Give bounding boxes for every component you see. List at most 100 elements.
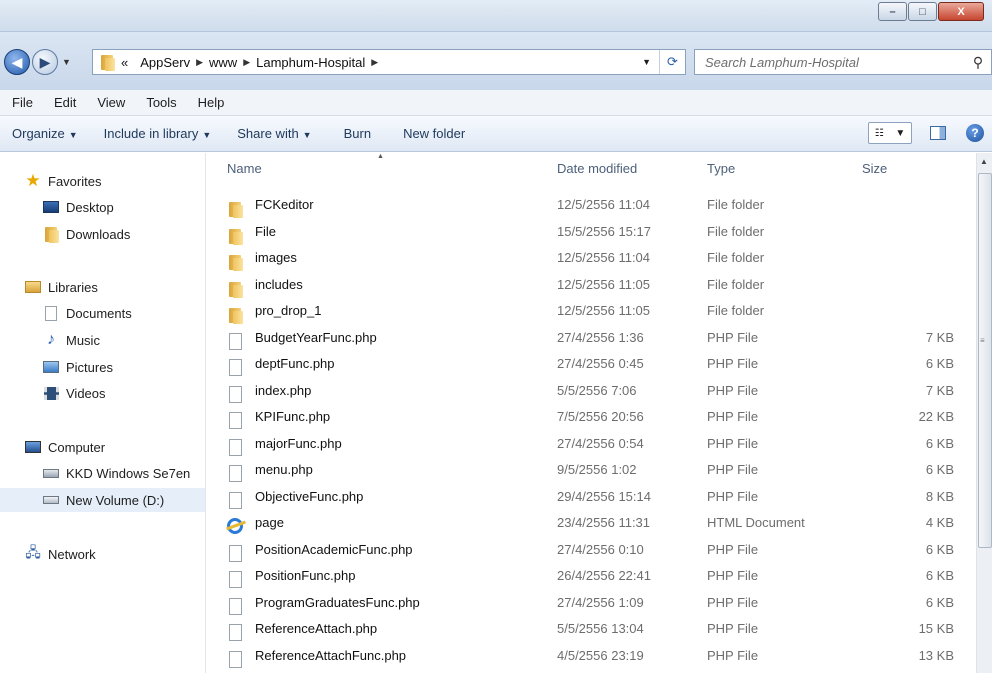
file-row[interactable]: ReferenceAttachFunc.php 4/5/2556 23:19 PHP… xyxy=(219,644,969,670)
help-icon[interactable]: ? xyxy=(966,124,984,142)
nav-computer[interactable]: Computer xyxy=(0,435,205,459)
nav-documents-label: Documents xyxy=(66,305,132,321)
file-row[interactable]: includes 12/5/2556 11:05 File folder xyxy=(219,273,969,299)
burn-button[interactable]: Burn xyxy=(334,126,381,141)
breadcrumb-appserv[interactable]: AppServ xyxy=(134,55,196,70)
file-icon xyxy=(227,488,243,509)
file-size: 13 KB xyxy=(918,647,954,663)
breadcrumb-lamphum-hospital[interactable]: Lamphum-Hospital xyxy=(250,55,371,70)
scroll-thumb[interactable] xyxy=(978,173,992,548)
file-type: PHP File xyxy=(707,621,759,636)
column-header-date[interactable]: Date modified xyxy=(557,161,637,176)
share-with-label: Share with xyxy=(237,126,299,141)
file-row[interactable]: ProgramGraduatesFunc.php 27/4/2556 1:09 PH… xyxy=(219,591,969,617)
file-type: PHP File xyxy=(707,568,759,583)
organize-button[interactable]: Organize ▼ xyxy=(0,126,88,141)
file-size: 6 KB xyxy=(925,435,954,451)
breadcrumb-overflow[interactable]: « xyxy=(115,55,134,70)
minimize-button[interactable]: – xyxy=(878,2,907,21)
column-header-size[interactable]: Size xyxy=(862,161,887,176)
chevron-right-icon[interactable]: ▶ xyxy=(243,57,250,68)
nav-pictures[interactable]: Pictures xyxy=(0,355,205,379)
file-row[interactable]: images 12/5/2556 11:04 File folder xyxy=(219,246,969,272)
nav-drive-c[interactable]: KKD Windows Se7en xyxy=(0,461,205,485)
file-size: 7 KB xyxy=(925,329,954,345)
file-list: Name ▲ Date modified Type Size FCKeditor… xyxy=(207,153,975,673)
chevron-right-icon[interactable]: ▶ xyxy=(371,57,378,68)
menu-view[interactable]: View xyxy=(87,95,136,110)
file-row[interactable]: BudgetYearFunc.php 27/4/2556 1:36 PHP File… xyxy=(219,326,969,352)
chevron-right-icon[interactable]: ▶ xyxy=(196,57,203,68)
nav-favorites[interactable]: ★ Favorites xyxy=(0,169,205,193)
preview-pane-icon[interactable] xyxy=(930,126,946,140)
file-type: File folder xyxy=(707,250,765,265)
file-date-modified: 27/4/2556 1:36 xyxy=(557,329,644,345)
file-date-modified: 29/4/2556 15:14 xyxy=(557,488,651,504)
file-date-modified: 12/5/2556 11:04 xyxy=(557,197,651,212)
file-row[interactable]: FCKeditor 12/5/2556 11:04 File folder xyxy=(219,193,969,219)
recent-pages-dropdown[interactable]: ▼ xyxy=(62,57,71,67)
maximize-button[interactable]: □ xyxy=(908,2,937,21)
chevron-down-icon: ▼ xyxy=(895,127,906,139)
file-row[interactable]: KPIFunc.php 7/5/2556 20:56 PHP File 22 KB xyxy=(219,405,969,431)
file-icon xyxy=(227,594,243,615)
file-icon xyxy=(227,408,243,429)
file-size: 6 KB xyxy=(925,541,954,557)
forward-button[interactable]: ▶ xyxy=(32,49,58,75)
change-view-button[interactable]: ☷ ▼ xyxy=(868,122,912,144)
menu-edit[interactable]: Edit xyxy=(44,95,87,110)
folder-icon xyxy=(227,302,243,324)
file-row[interactable]: page 23/4/2556 11:31 HTML Document 4 KB xyxy=(219,511,969,537)
nav-libraries[interactable]: Libraries xyxy=(0,275,205,299)
file-row[interactable]: deptFunc.php 27/4/2556 0:45 PHP File 6 KB xyxy=(219,352,969,378)
nav-drive-d[interactable]: New Volume (D:) xyxy=(0,488,205,512)
file-row[interactable]: File 15/5/2556 15:17 File folder xyxy=(219,220,969,246)
file-row[interactable]: PositionFunc.php 26/4/2556 22:41 PHP File 6… xyxy=(219,564,969,590)
file-date-modified: 5/5/2556 7:06 xyxy=(557,382,637,398)
file-row[interactable]: PositionAcademicFunc.php 27/4/2556 0:10 PH… xyxy=(219,538,969,564)
file-name: index.php xyxy=(255,382,312,398)
file-icon xyxy=(227,541,243,562)
vertical-scrollbar[interactable]: ▲ ≡ xyxy=(976,153,992,673)
column-header-name[interactable]: Name xyxy=(227,161,262,176)
column-size-label: Size xyxy=(862,161,888,176)
menu-help[interactable]: Help xyxy=(188,95,236,110)
nav-documents[interactable]: Documents xyxy=(0,301,205,325)
close-button[interactable]: X xyxy=(938,2,984,21)
nav-music[interactable]: ♪ Music xyxy=(0,328,205,352)
column-header-type[interactable]: Type xyxy=(707,161,735,176)
file-name: PositionAcademicFunc.php xyxy=(255,541,413,557)
file-row[interactable]: menu.php 9/5/2556 1:02 PHP File 6 KB xyxy=(219,458,969,484)
menu-file[interactable]: File xyxy=(2,95,44,110)
address-bar[interactable]: « AppServ ▶ www ▶ Lamphum-Hospital ▶ ▼ ⟳ xyxy=(92,49,686,75)
menu-tools[interactable]: Tools xyxy=(136,95,187,110)
nav-music-label: Music xyxy=(66,332,100,348)
breadcrumb-www[interactable]: www xyxy=(203,55,243,70)
nav-drive-d-label: New Volume (D:) xyxy=(66,492,165,508)
nav-downloads[interactable]: Downloads xyxy=(0,222,205,246)
include-in-library-button[interactable]: Include in library ▼ xyxy=(94,126,222,141)
search-icon[interactable]: ⚲ xyxy=(965,54,991,71)
file-row[interactable]: index.php 5/5/2556 7:06 PHP File 7 KB xyxy=(219,379,969,405)
drive-icon xyxy=(42,465,60,481)
file-name: ObjectiveFunc.php xyxy=(255,488,364,504)
refresh-icon[interactable]: ⟳ xyxy=(659,50,685,74)
search-input[interactable]: Search Lamphum-Hospital xyxy=(705,55,965,70)
navigation-pane: ★ Favorites Desktop Downloads Libraries … xyxy=(0,153,206,673)
back-button[interactable]: ◀ xyxy=(4,49,30,75)
address-history-dropdown[interactable]: ▼ xyxy=(634,57,659,67)
nav-desktop[interactable]: Desktop xyxy=(0,195,205,219)
file-date-modified: 4/5/2556 23:19 xyxy=(557,647,644,663)
new-folder-button[interactable]: New folder xyxy=(393,126,475,141)
file-row[interactable]: ReferenceAttach.php 5/5/2556 13:04 PHP Fil… xyxy=(219,617,969,643)
nav-network[interactable]: 🖧 Network xyxy=(0,542,205,566)
file-size: 6 KB xyxy=(925,594,954,610)
file-size: 6 KB xyxy=(925,356,954,371)
file-row[interactable]: ObjectiveFunc.php 29/4/2556 15:14 PHP File… xyxy=(219,485,969,511)
share-with-button[interactable]: Share with ▼ xyxy=(227,126,321,141)
scroll-up-icon[interactable]: ▲ xyxy=(980,157,988,166)
nav-videos[interactable]: Videos xyxy=(0,381,205,405)
file-row[interactable]: pro_drop_1 12/5/2556 11:05 File folder xyxy=(219,299,969,325)
search-box[interactable]: Search Lamphum-Hospital ⚲ xyxy=(694,49,992,75)
file-row[interactable]: majorFunc.php 27/4/2556 0:54 PHP File 6 KB xyxy=(219,432,969,458)
